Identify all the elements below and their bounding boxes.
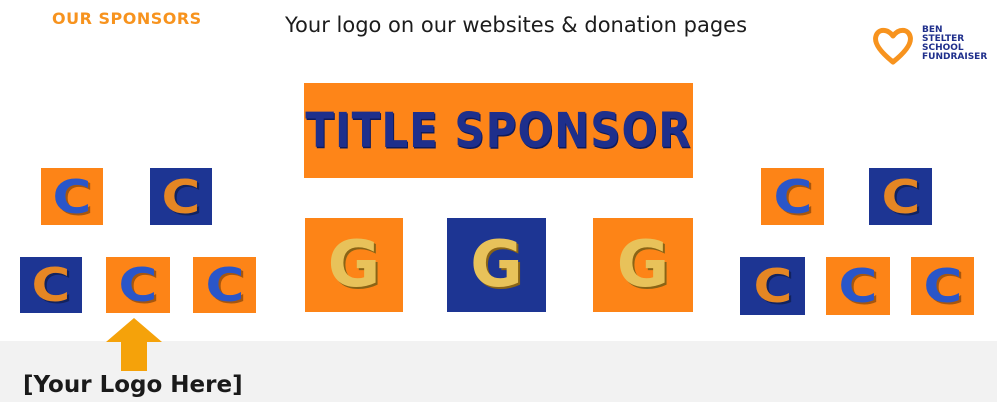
community-sponsor-tile: C (106, 257, 170, 313)
heart-icon (873, 27, 913, 65)
subtitle: Your logo on our websites & donation pag… (285, 13, 748, 37)
community-sponsor-tile: C (826, 257, 890, 315)
title-sponsor-box: TITLE SPONSOR (304, 83, 693, 178)
gold-sponsor-tile: G (593, 218, 693, 312)
tile-letter: C (52, 169, 92, 224)
community-sponsor-tile: C (20, 257, 82, 313)
community-sponsor-tile: C (911, 257, 974, 315)
tile-letter: G (616, 228, 670, 302)
tile-letter: C (205, 258, 244, 312)
tile-letter: C (773, 169, 812, 224)
tile-letter: G (327, 228, 381, 302)
brand-line: FUNDRAISER (922, 52, 988, 62)
tile-letter: C (118, 258, 158, 312)
arrow-up-icon (106, 318, 162, 371)
section-title: OUR SPONSORS (52, 9, 202, 28)
tile-letter: C (881, 169, 920, 224)
brand-logo: BEN STELTER SCHOOL FUNDRAISER (872, 20, 997, 70)
tile-letter: C (161, 169, 201, 224)
community-sponsor-tile: C (761, 168, 824, 225)
community-sponsor-tile: C (41, 168, 103, 225)
community-sponsor-tile: C (869, 168, 932, 225)
tile-letter: C (923, 259, 962, 313)
community-sponsor-tile: C (740, 257, 805, 315)
gold-sponsor-tile: G (305, 218, 403, 312)
your-logo-here-callout: [Your Logo Here] (23, 372, 243, 398)
tile-letter: G (470, 228, 523, 302)
tile-letter: C (31, 258, 71, 312)
gold-sponsor-tile: G (447, 218, 546, 312)
sponsor-panel: OUR SPONSORS Your logo on our websites &… (0, 0, 997, 341)
brand-name: BEN STELTER SCHOOL FUNDRAISER (922, 26, 987, 62)
tile-letter: C (838, 259, 878, 313)
title-sponsor-label: TITLE SPONSOR (305, 102, 692, 159)
tile-letter: C (753, 259, 792, 313)
community-sponsor-tile: C (150, 168, 212, 225)
community-sponsor-tile: C (193, 257, 256, 313)
